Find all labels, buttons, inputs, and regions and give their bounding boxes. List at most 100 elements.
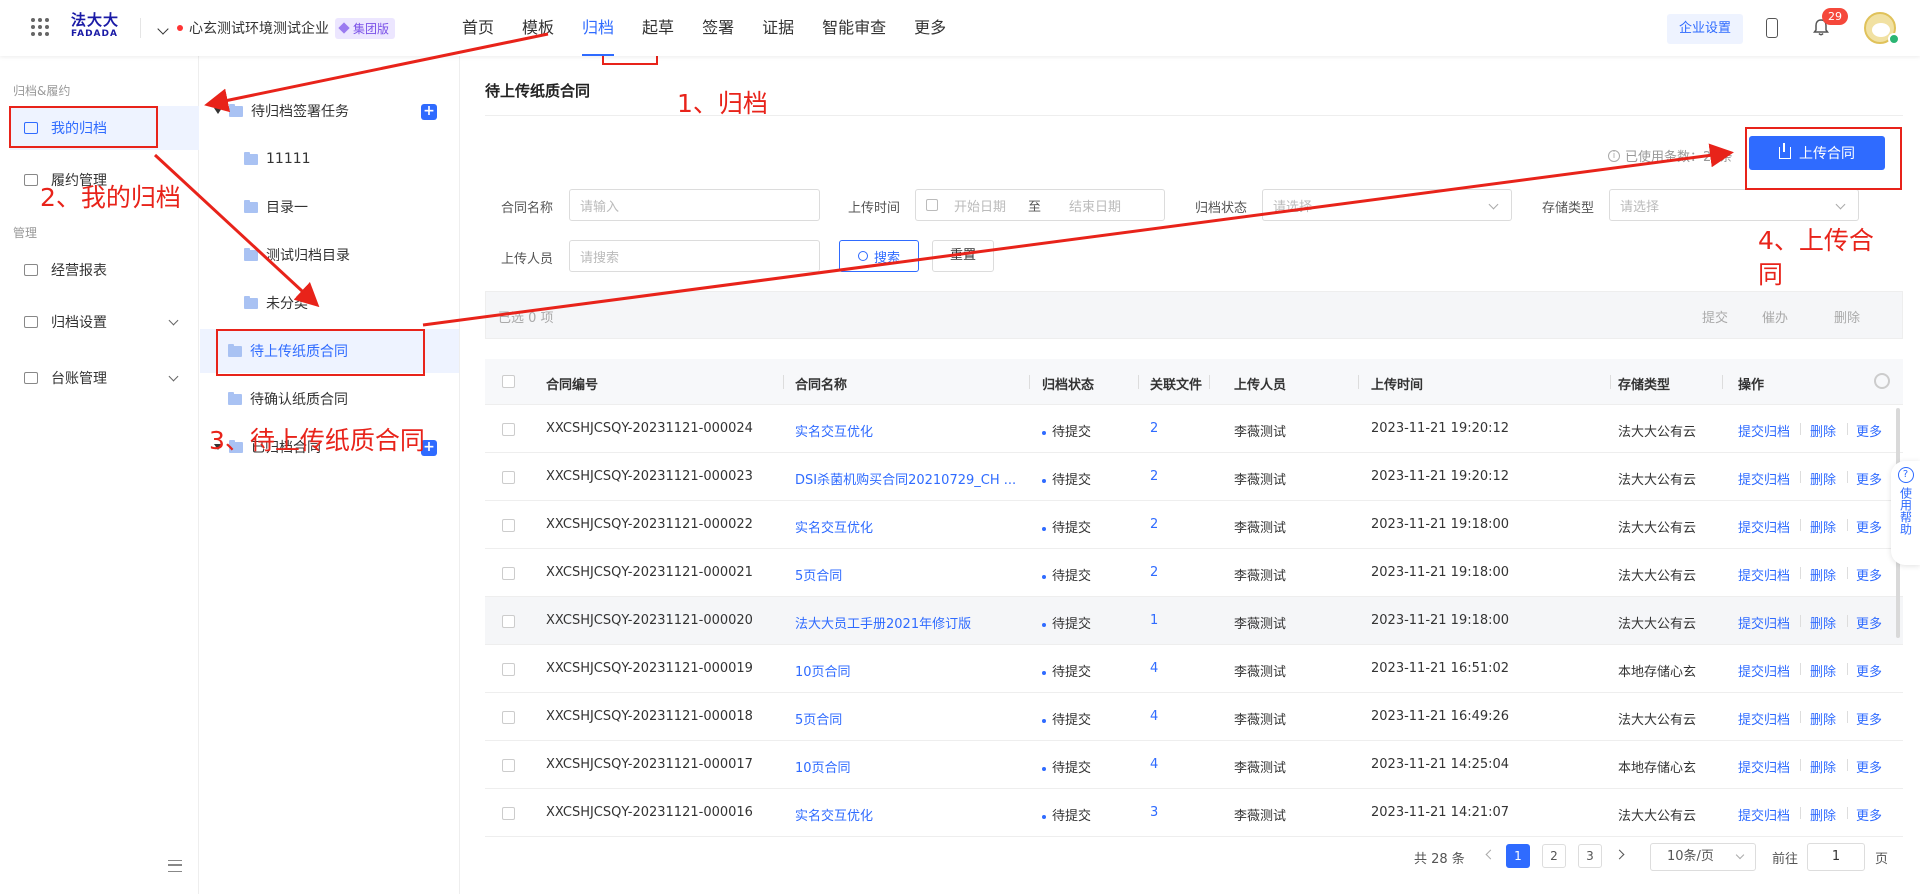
- prev-page-icon[interactable]: [1485, 849, 1496, 860]
- submit-archive-link[interactable]: 提交归档: [1738, 613, 1790, 632]
- row-checkbox[interactable]: [502, 711, 515, 724]
- row-checkbox[interactable]: [502, 567, 515, 580]
- submit-archive-link[interactable]: 提交归档: [1738, 517, 1790, 536]
- mobile-icon[interactable]: [1766, 18, 1778, 38]
- submit-archive-link[interactable]: 提交归档: [1738, 565, 1790, 584]
- delete-link[interactable]: 删除: [1810, 565, 1836, 584]
- select-all-checkbox[interactable]: [502, 375, 515, 388]
- submit-archive-link[interactable]: 提交归档: [1738, 757, 1790, 776]
- sidebar-item-archive-settings[interactable]: 归档设置: [10, 300, 199, 344]
- related-files-link[interactable]: 3: [1150, 805, 1158, 820]
- more-link[interactable]: 更多: [1856, 709, 1896, 728]
- tree-item-pending-confirm[interactable]: 待确认纸质合同: [228, 377, 348, 421]
- related-files-link[interactable]: 4: [1150, 661, 1158, 676]
- fadada-logo[interactable]: 法大大 FADADA: [71, 13, 123, 39]
- submit-archive-link[interactable]: 提交归档: [1738, 661, 1790, 680]
- row-checkbox[interactable]: [502, 663, 515, 676]
- contract-name-link[interactable]: 10页合同: [795, 661, 851, 680]
- batch-submit-button[interactable]: 提交: [1702, 307, 1728, 326]
- batch-remind-button[interactable]: 催办: [1762, 307, 1788, 326]
- delete-link[interactable]: 删除: [1810, 613, 1836, 632]
- more-link[interactable]: 更多: [1856, 469, 1896, 488]
- row-checkbox[interactable]: [502, 423, 515, 436]
- more-link[interactable]: 更多: [1856, 565, 1896, 584]
- nav-item[interactable]: 起草: [642, 0, 674, 56]
- submit-archive-link[interactable]: 提交归档: [1738, 421, 1790, 440]
- nav-item[interactable]: 签署: [702, 0, 734, 56]
- row-checkbox[interactable]: [502, 519, 515, 532]
- more-link[interactable]: 更多: [1856, 421, 1896, 440]
- nav-item[interactable]: 模板: [522, 0, 554, 56]
- tree-item-folder[interactable]: 测试归档目录: [244, 233, 350, 277]
- related-files-link[interactable]: 4: [1150, 709, 1158, 724]
- help-tab[interactable]: ? 使用帮助: [1891, 461, 1920, 565]
- reset-button[interactable]: 重置: [932, 240, 994, 272]
- tree-item-folder[interactable]: 未分类: [244, 281, 308, 325]
- row-checkbox[interactable]: [502, 615, 515, 628]
- related-files-link[interactable]: 4: [1150, 757, 1158, 772]
- sidebar-item-report[interactable]: 经营报表: [10, 248, 199, 292]
- contract-name-link[interactable]: 5页合同: [795, 709, 842, 728]
- add-folder-button[interactable]: +: [421, 104, 437, 120]
- contract-name-link[interactable]: 实名交互优化: [795, 517, 873, 536]
- related-files-link[interactable]: 2: [1150, 517, 1158, 532]
- collapse-sidebar-icon[interactable]: [168, 860, 182, 872]
- nav-item[interactable]: 首页: [462, 0, 494, 56]
- page-3-button[interactable]: 3: [1578, 844, 1602, 868]
- column-settings-gear-icon[interactable]: [1874, 373, 1890, 389]
- more-link[interactable]: 更多: [1856, 517, 1896, 536]
- row-checkbox[interactable]: [502, 807, 515, 820]
- more-link[interactable]: 更多: [1856, 661, 1896, 680]
- more-link[interactable]: 更多: [1856, 805, 1896, 824]
- storage-type-select[interactable]: 请选择: [1609, 189, 1859, 221]
- nav-item[interactable]: 证据: [762, 0, 794, 56]
- tree-item-pending-sign-tasks[interactable]: 待归档签署任务: [214, 89, 349, 133]
- submit-archive-link[interactable]: 提交归档: [1738, 469, 1790, 488]
- contract-name-link[interactable]: 实名交互优化: [795, 805, 873, 824]
- nav-item[interactable]: 归档: [582, 0, 615, 56]
- company-switcher[interactable]: 心玄测试环境测试企业 集团版: [157, 17, 396, 39]
- contract-name-link[interactable]: 实名交互优化: [795, 421, 873, 440]
- sidebar-item-ledger[interactable]: 台账管理: [10, 356, 199, 400]
- submit-archive-link[interactable]: 提交归档: [1738, 709, 1790, 728]
- nav-item[interactable]: 智能审查: [822, 0, 886, 56]
- related-files-link[interactable]: 2: [1150, 469, 1158, 484]
- batch-delete-button[interactable]: 删除: [1834, 307, 1860, 326]
- row-checkbox[interactable]: [502, 759, 515, 772]
- goto-page-input[interactable]: 1: [1807, 843, 1865, 871]
- delete-link[interactable]: 删除: [1810, 469, 1836, 488]
- nav-item[interactable]: 更多: [914, 0, 946, 56]
- delete-link[interactable]: 删除: [1810, 517, 1836, 536]
- contract-name-link[interactable]: DSI杀菌机购买合同20210729_CH ...: [795, 469, 1016, 488]
- more-link[interactable]: 更多: [1856, 613, 1896, 632]
- search-button[interactable]: 搜索: [839, 240, 919, 272]
- submit-archive-link[interactable]: 提交归档: [1738, 805, 1790, 824]
- archive-status-select[interactable]: 请选择: [1262, 189, 1512, 221]
- uploader-search-input[interactable]: 请搜索: [569, 240, 820, 272]
- more-link[interactable]: 更多: [1856, 757, 1896, 776]
- storage-type-cell: 本地存储心玄: [1618, 665, 1697, 680]
- upload-date-range[interactable]: 开始日期 至 结束日期: [915, 189, 1165, 221]
- tree-item-folder[interactable]: 11111: [244, 137, 311, 181]
- enterprise-settings-button[interactable]: 企业设置: [1667, 14, 1743, 44]
- next-page-icon[interactable]: [1614, 849, 1625, 860]
- app-grid-icon[interactable]: [31, 18, 49, 36]
- contract-name-link[interactable]: 5页合同: [795, 565, 842, 584]
- related-files-link[interactable]: 2: [1150, 565, 1158, 580]
- delete-link[interactable]: 删除: [1810, 709, 1836, 728]
- page-2-button[interactable]: 2: [1542, 844, 1566, 868]
- delete-link[interactable]: 删除: [1810, 757, 1836, 776]
- row-checkbox[interactable]: [502, 471, 515, 484]
- contract-name-link[interactable]: 法大大员工手册2021年修订版: [795, 613, 971, 632]
- tree-item-folder[interactable]: 目录一: [244, 185, 308, 229]
- related-files-link[interactable]: 2: [1150, 421, 1158, 436]
- related-files-link[interactable]: 1: [1150, 613, 1158, 628]
- page-1-button[interactable]: 1: [1506, 844, 1530, 868]
- delete-link[interactable]: 删除: [1810, 421, 1836, 440]
- delete-link[interactable]: 删除: [1810, 661, 1836, 680]
- delete-link[interactable]: 删除: [1810, 805, 1836, 824]
- contract-name-input[interactable]: 请输入: [569, 189, 820, 221]
- annotation-step3: 3、待上传纸质合同: [209, 426, 425, 455]
- page-size-select[interactable]: 10条/页: [1650, 843, 1756, 871]
- contract-name-link[interactable]: 10页合同: [795, 757, 851, 776]
